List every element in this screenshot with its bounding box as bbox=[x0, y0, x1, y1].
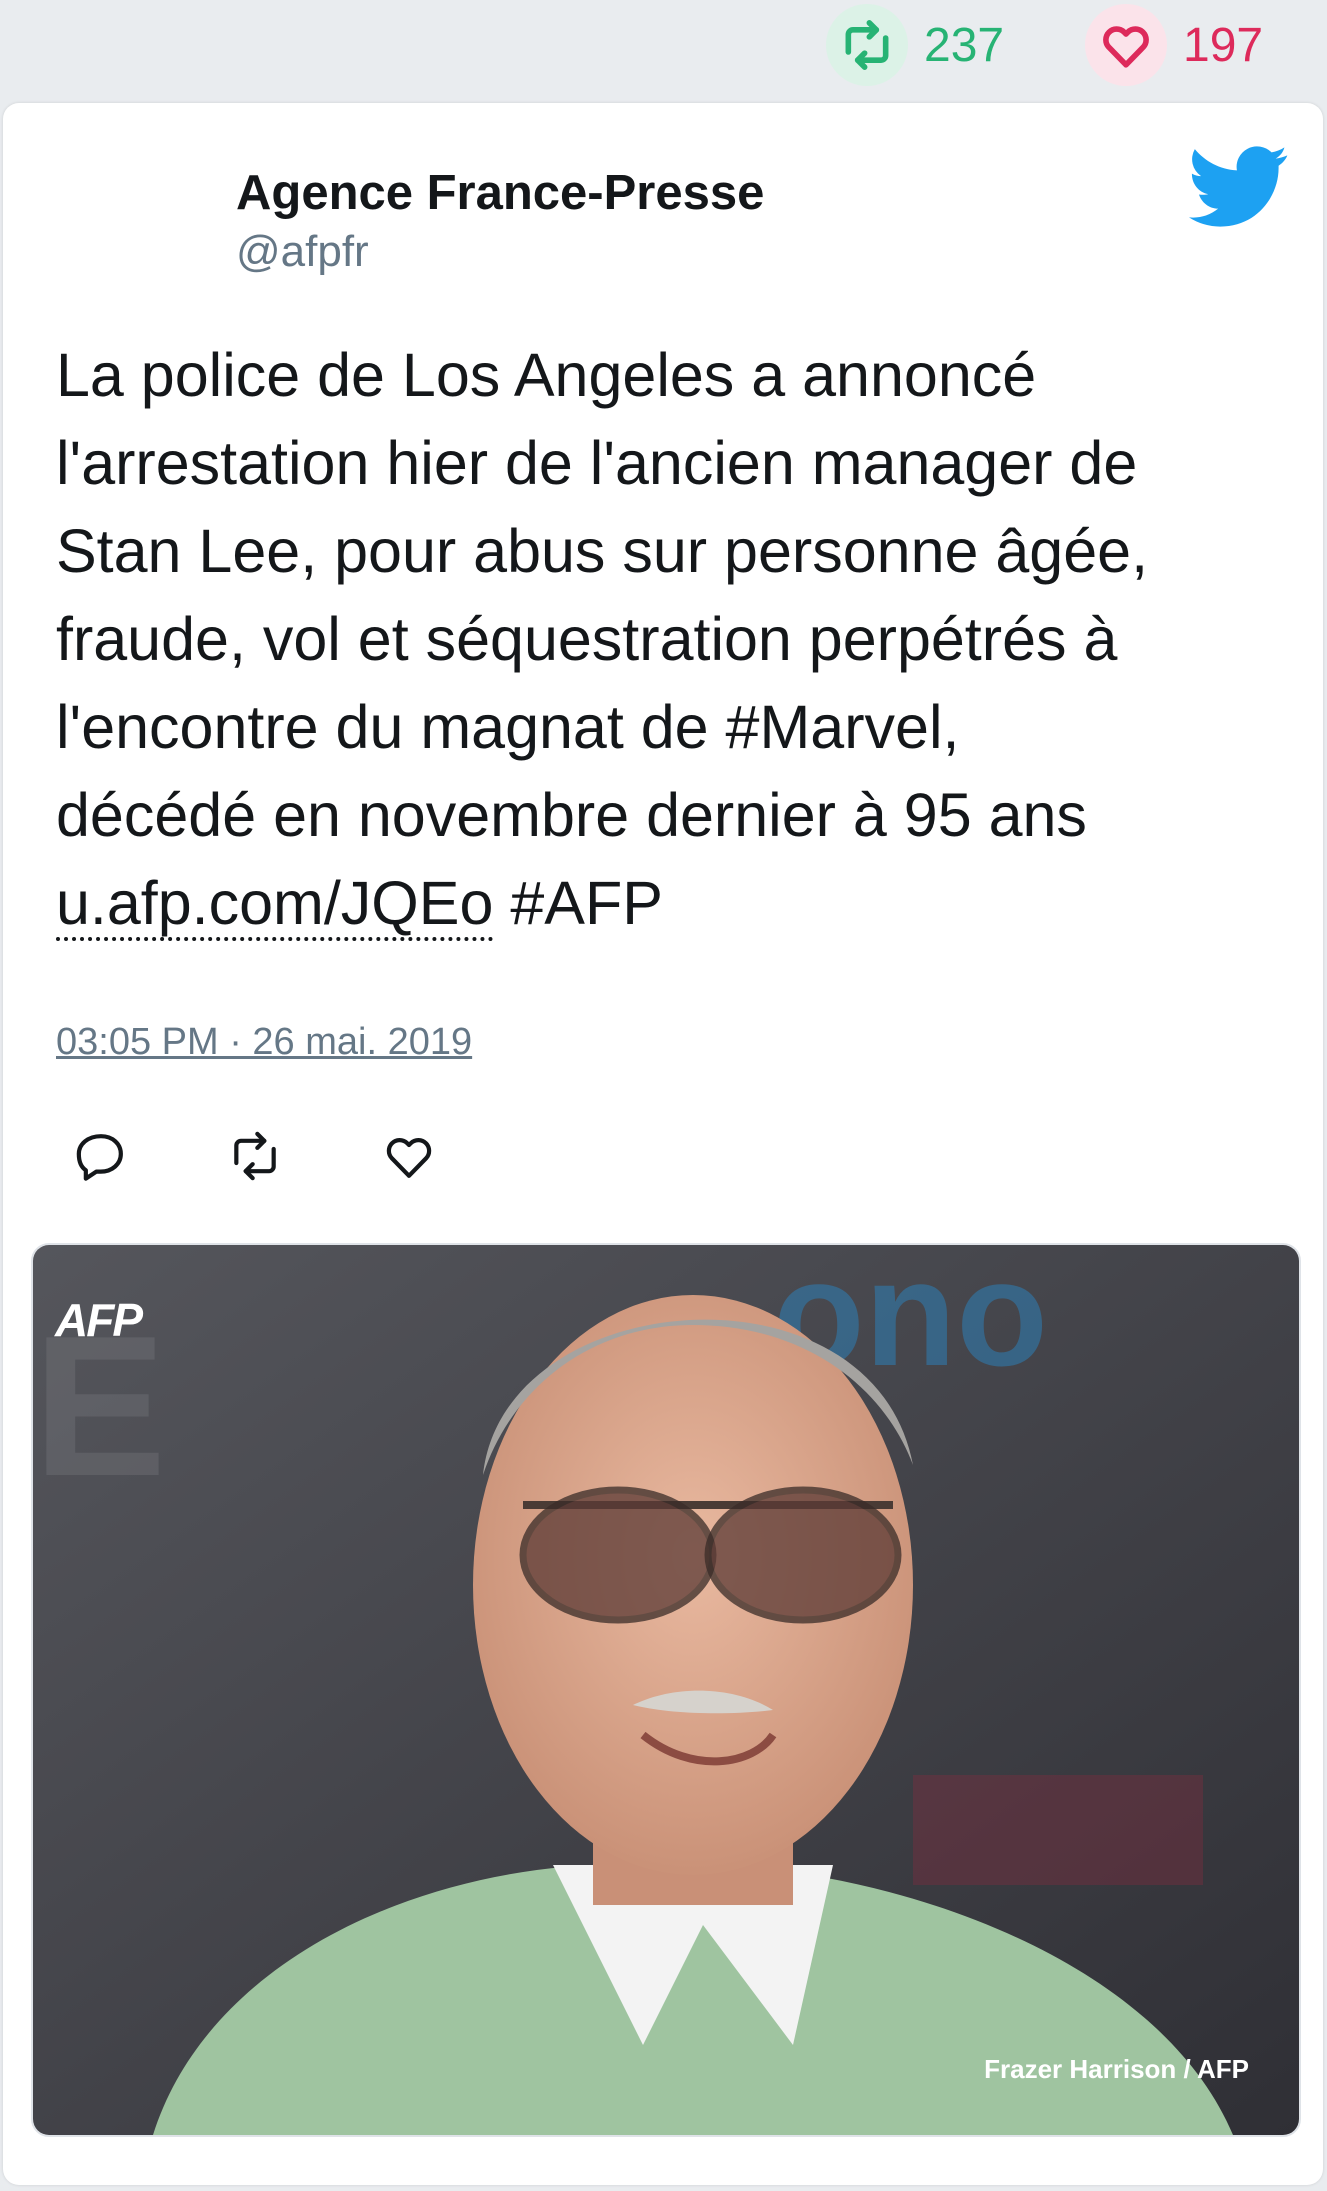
tweet-text-line: décédé en novembre dernier à 95 ans bbox=[56, 781, 1087, 849]
engagement-bar: 237 197 bbox=[0, 0, 1327, 100]
tweet-text-line: l'encontre du magnat de #Marvel, bbox=[56, 693, 960, 761]
heart-icon[interactable] bbox=[381, 1128, 437, 1184]
tweet-author[interactable]: Agence France-Presse @afpfr bbox=[236, 163, 764, 279]
afp-watermark: AFP bbox=[55, 1294, 143, 1346]
retweet-icon[interactable] bbox=[227, 1128, 283, 1184]
tweet-link[interactable]: u.afp.com/JQEo bbox=[56, 869, 494, 941]
tweet-actions bbox=[73, 1128, 535, 1184]
twitter-bird-icon bbox=[1189, 146, 1288, 227]
heart-icon[interactable] bbox=[1085, 4, 1167, 86]
author-name[interactable]: Agence France-Presse bbox=[236, 163, 764, 223]
retweet-count: 237 bbox=[924, 18, 1005, 72]
retweet-icon[interactable] bbox=[826, 4, 908, 86]
tweet-photo[interactable]: ono E AFP Frazer Harrison / AFP bbox=[31, 1243, 1301, 2137]
photo-credit: Frazer Harrison / AFP bbox=[984, 2054, 1249, 2084]
tweet-text-line: Stan Lee, pour abus sur personne âgée, bbox=[56, 517, 1149, 585]
tweet-text-line: fraude, vol et séquestration perpétrés à bbox=[56, 605, 1118, 673]
tweet-card: Agence France-Presse @afpfr La police de… bbox=[3, 103, 1323, 2185]
hashtag-afp[interactable]: #AFP bbox=[510, 869, 663, 937]
tweet-text-line: l'arrestation hier de l'ancien manager d… bbox=[56, 429, 1138, 497]
like-count: 197 bbox=[1183, 18, 1264, 72]
tweet-text: La police de Los Angeles a annoncé l'arre… bbox=[56, 331, 1286, 947]
tweet-timestamp[interactable]: 03:05 PM · 26 mai. 2019 bbox=[56, 1021, 472, 1064]
retweet-count-stat[interactable]: 237 bbox=[826, 4, 1004, 86]
author-handle[interactable]: @afpfr bbox=[236, 225, 764, 279]
portrait-image: ono E bbox=[33, 1245, 1299, 2135]
reply-icon[interactable] bbox=[73, 1128, 129, 1184]
like-count-stat[interactable]: 197 bbox=[1085, 4, 1263, 86]
tweet-text-line: La police de Los Angeles a annoncé bbox=[56, 341, 1037, 409]
